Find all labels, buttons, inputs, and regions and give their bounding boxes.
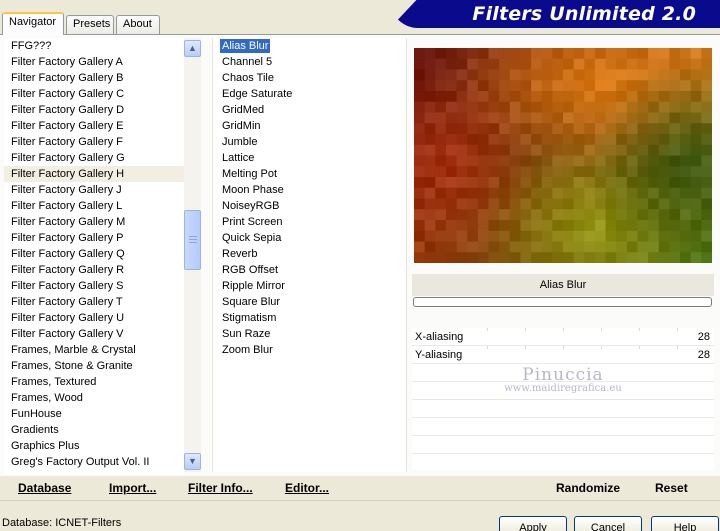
progress-bar: [413, 297, 712, 307]
category-item[interactable]: Filter Factory Gallery H: [4, 166, 184, 182]
preview-image: [414, 48, 712, 263]
preview-filter-name: Alias Blur: [412, 274, 714, 296]
param-value: 28: [697, 349, 710, 361]
category-item[interactable]: FunHouse: [4, 406, 184, 422]
category-item[interactable]: Filter Factory Gallery U: [4, 310, 184, 326]
filter-item[interactable]: Sun Raze: [213, 326, 406, 342]
editor-link[interactable]: Editor...: [285, 481, 329, 495]
category-item[interactable]: Filter Factory Gallery T: [4, 294, 184, 310]
category-item[interactable]: Filter Factory Gallery S: [4, 278, 184, 294]
tab-navigator[interactable]: Navigator: [2, 12, 64, 35]
category-item[interactable]: Filter Factory Gallery R: [4, 262, 184, 278]
scroll-thumb[interactable]: [184, 210, 201, 270]
filter-item[interactable]: Stigmatism: [213, 310, 406, 326]
category-item[interactable]: Greg's Factory Output Vol. II: [4, 454, 184, 470]
param-label: X-aliasing: [415, 331, 464, 343]
filter-item[interactable]: Chaos Tile: [213, 70, 406, 86]
filter-item[interactable]: GridMin: [213, 118, 406, 134]
scroll-up-icon[interactable]: ▲: [184, 40, 201, 57]
scroll-down-icon[interactable]: ▼: [184, 453, 201, 470]
category-item[interactable]: Filter Factory Gallery Q: [4, 246, 184, 262]
filter-item[interactable]: Jumble: [213, 134, 406, 150]
param-empty-slot: [412, 364, 714, 382]
category-item[interactable]: Filter Factory Gallery L: [4, 198, 184, 214]
database-link[interactable]: Database: [18, 481, 71, 495]
category-item[interactable]: Frames, Marble & Crystal: [4, 342, 184, 358]
filter-item[interactable]: Print Screen: [213, 214, 406, 230]
category-scrollbar[interactable]: ▲ ▼: [184, 38, 201, 472]
category-item[interactable]: Frames, Textured: [4, 374, 184, 390]
filter-item[interactable]: Reverb: [213, 246, 406, 262]
category-item[interactable]: Filter Factory Gallery V: [4, 326, 184, 342]
category-item[interactable]: Filter Factory Gallery F: [4, 134, 184, 150]
tab-about[interactable]: About: [116, 15, 160, 34]
category-item[interactable]: Frames, Stone & Granite: [4, 358, 184, 374]
help-button[interactable]: Help: [651, 516, 719, 531]
param-x-aliasing[interactable]: X-aliasing 28: [412, 328, 714, 346]
category-item[interactable]: Filter Factory Gallery M: [4, 214, 184, 230]
category-item[interactable]: Filter Factory Gallery P: [4, 230, 184, 246]
param-empty-slot: [412, 400, 714, 418]
filter-item[interactable]: RGB Offset: [213, 262, 406, 278]
category-item[interactable]: FFG???: [4, 38, 184, 54]
param-y-aliasing[interactable]: Y-aliasing 28: [412, 346, 714, 364]
parameter-panel: X-aliasing 28 Y-aliasing 28: [412, 328, 714, 470]
filter-item[interactable]: Edge Saturate: [213, 86, 406, 102]
filter-item[interactable]: Lattice: [213, 150, 406, 166]
filter-item[interactable]: Ripple Mirror: [213, 278, 406, 294]
filter-item[interactable]: NoiseyRGB: [213, 198, 406, 214]
param-empty-slot: [412, 418, 714, 436]
category-item[interactable]: Filter Factory Gallery G: [4, 150, 184, 166]
category-item[interactable]: Filter Factory Gallery J: [4, 182, 184, 198]
apply-button[interactable]: Apply: [499, 516, 567, 531]
filter-item[interactable]: Quick Sepia: [213, 230, 406, 246]
title-banner: Filters Unlimited 2.0: [390, 0, 720, 28]
tab-strip: Navigator Presets About: [0, 0, 400, 35]
category-item[interactable]: Filter Factory Gallery B: [4, 70, 184, 86]
category-item[interactable]: Filter Factory Gallery C: [4, 86, 184, 102]
category-item[interactable]: Frames, Wood: [4, 390, 184, 406]
tab-presets[interactable]: Presets: [66, 15, 114, 34]
param-label: Y-aliasing: [415, 349, 463, 361]
filter-item[interactable]: Channel 5: [213, 54, 406, 70]
filter-item[interactable]: Zoom Blur: [213, 342, 406, 358]
param-value: 28: [697, 331, 710, 343]
randomize-link[interactable]: Randomize: [556, 481, 620, 495]
param-empty-slot: [412, 436, 714, 454]
param-empty-slot: [412, 382, 714, 400]
cancel-button[interactable]: Cancel: [574, 516, 642, 531]
app-title: Filters Unlimited 2.0: [472, 3, 696, 25]
filter-item[interactable]: Melting Pot: [213, 166, 406, 182]
category-item[interactable]: Graphics Plus: [4, 438, 184, 454]
filter-info-link[interactable]: Filter Info...: [188, 481, 253, 495]
filter-item[interactable]: Moon Phase: [213, 182, 406, 198]
category-item[interactable]: Gradients: [4, 422, 184, 438]
category-list[interactable]: FFG??? Filter Factory Gallery A Filter Fac…: [4, 38, 184, 474]
filter-item[interactable]: Square Blur: [213, 294, 406, 310]
import-link[interactable]: Import...: [109, 481, 156, 495]
database-status: Database: ICNET-Filters: [2, 517, 122, 529]
filter-item[interactable]: GridMed: [213, 102, 406, 118]
reset-link[interactable]: Reset: [655, 481, 688, 495]
category-item[interactable]: Filter Factory Gallery A: [4, 54, 184, 70]
filter-list[interactable]: Alias Blur Channel 5 Chaos Tile Edge Satura…: [212, 38, 407, 472]
category-item[interactable]: Filter Factory Gallery D: [4, 102, 184, 118]
param-empty-slot: [412, 454, 714, 472]
filter-item[interactable]: Alias Blur: [213, 38, 406, 54]
category-item[interactable]: Filter Factory Gallery E: [4, 118, 184, 134]
